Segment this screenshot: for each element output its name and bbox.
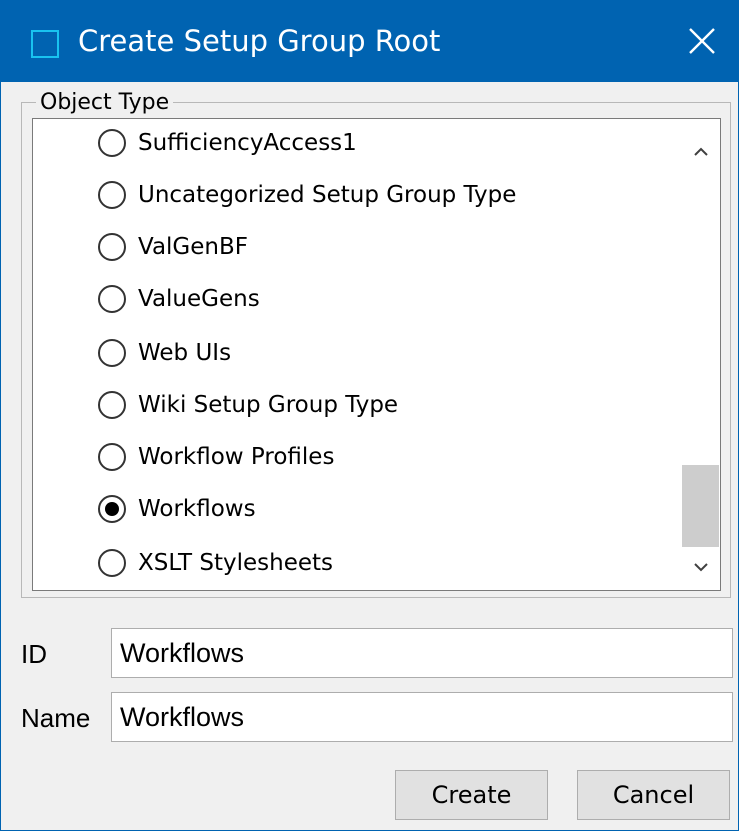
create-button[interactable]: Create bbox=[395, 770, 548, 820]
radio-label: Wiki Setup Group Type bbox=[138, 392, 399, 418]
radio-button[interactable] bbox=[98, 391, 126, 419]
radio-label: Web UIs bbox=[138, 340, 232, 366]
title-bar[interactable]: Create Setup Group Root bbox=[1, 0, 739, 82]
radio-label: Workflow Profiles bbox=[138, 444, 335, 470]
window-title: Create Setup Group Root bbox=[78, 24, 441, 58]
radio-label: ValGenBF bbox=[138, 234, 248, 260]
close-icon bbox=[689, 28, 715, 54]
scroll-down-button[interactable] bbox=[681, 551, 720, 585]
radio-label: ValueGens bbox=[138, 286, 260, 312]
vertical-scrollbar[interactable] bbox=[681, 119, 720, 590]
radio-button[interactable] bbox=[98, 233, 126, 261]
chevron-down-icon bbox=[694, 563, 708, 572]
name-label: Name bbox=[21, 703, 91, 733]
app-window-icon bbox=[31, 30, 59, 58]
radio-button[interactable] bbox=[98, 129, 126, 157]
radio-option-wiki-setup-group-type[interactable]: Wiki Setup Group Type bbox=[98, 385, 398, 425]
radio-label: XSLT Stylesheets bbox=[138, 550, 333, 576]
name-input[interactable]: Workflows bbox=[111, 692, 733, 742]
radio-label: SufficiencyAccess1 bbox=[138, 130, 357, 156]
radio-button[interactable] bbox=[98, 443, 126, 471]
radio-button[interactable] bbox=[98, 549, 126, 577]
radio-button[interactable] bbox=[98, 181, 126, 209]
radio-label: Uncategorized Setup Group Type bbox=[138, 182, 517, 208]
cancel-button[interactable]: Cancel bbox=[577, 770, 730, 820]
radio-label: Workflows bbox=[138, 496, 256, 522]
radio-option-uncategorized-setup-group-type[interactable]: Uncategorized Setup Group Type bbox=[98, 175, 516, 215]
radio-option-workflows[interactable]: Workflows bbox=[98, 489, 256, 529]
radio-option-valgenbf[interactable]: ValGenBF bbox=[98, 227, 248, 267]
object-type-legend: Object Type bbox=[36, 90, 174, 115]
radio-option-valuegens[interactable]: ValueGens bbox=[98, 279, 260, 319]
radio-button-selected[interactable] bbox=[98, 495, 126, 523]
radio-option-xslt-stylesheets[interactable]: XSLT Stylesheets bbox=[98, 543, 333, 583]
radio-option-sufficiencyaccess1[interactable]: SufficiencyAccess1 bbox=[98, 123, 357, 163]
radio-button[interactable] bbox=[98, 339, 126, 367]
chevron-up-icon bbox=[694, 147, 708, 156]
object-type-list[interactable]: SufficiencyAccess1 Uncategorized Setup G… bbox=[32, 118, 721, 591]
scroll-thumb[interactable] bbox=[682, 465, 719, 547]
radio-button[interactable] bbox=[98, 285, 126, 313]
id-label: ID bbox=[21, 639, 47, 669]
radio-option-workflow-profiles[interactable]: Workflow Profiles bbox=[98, 437, 334, 477]
radio-option-web-uis[interactable]: Web UIs bbox=[98, 333, 231, 373]
scroll-up-button[interactable] bbox=[681, 135, 720, 169]
id-input[interactable]: Workflows bbox=[111, 628, 733, 678]
dialog-window: Create Setup Group Root Object Type Suff… bbox=[0, 0, 739, 831]
close-button[interactable] bbox=[673, 12, 731, 70]
